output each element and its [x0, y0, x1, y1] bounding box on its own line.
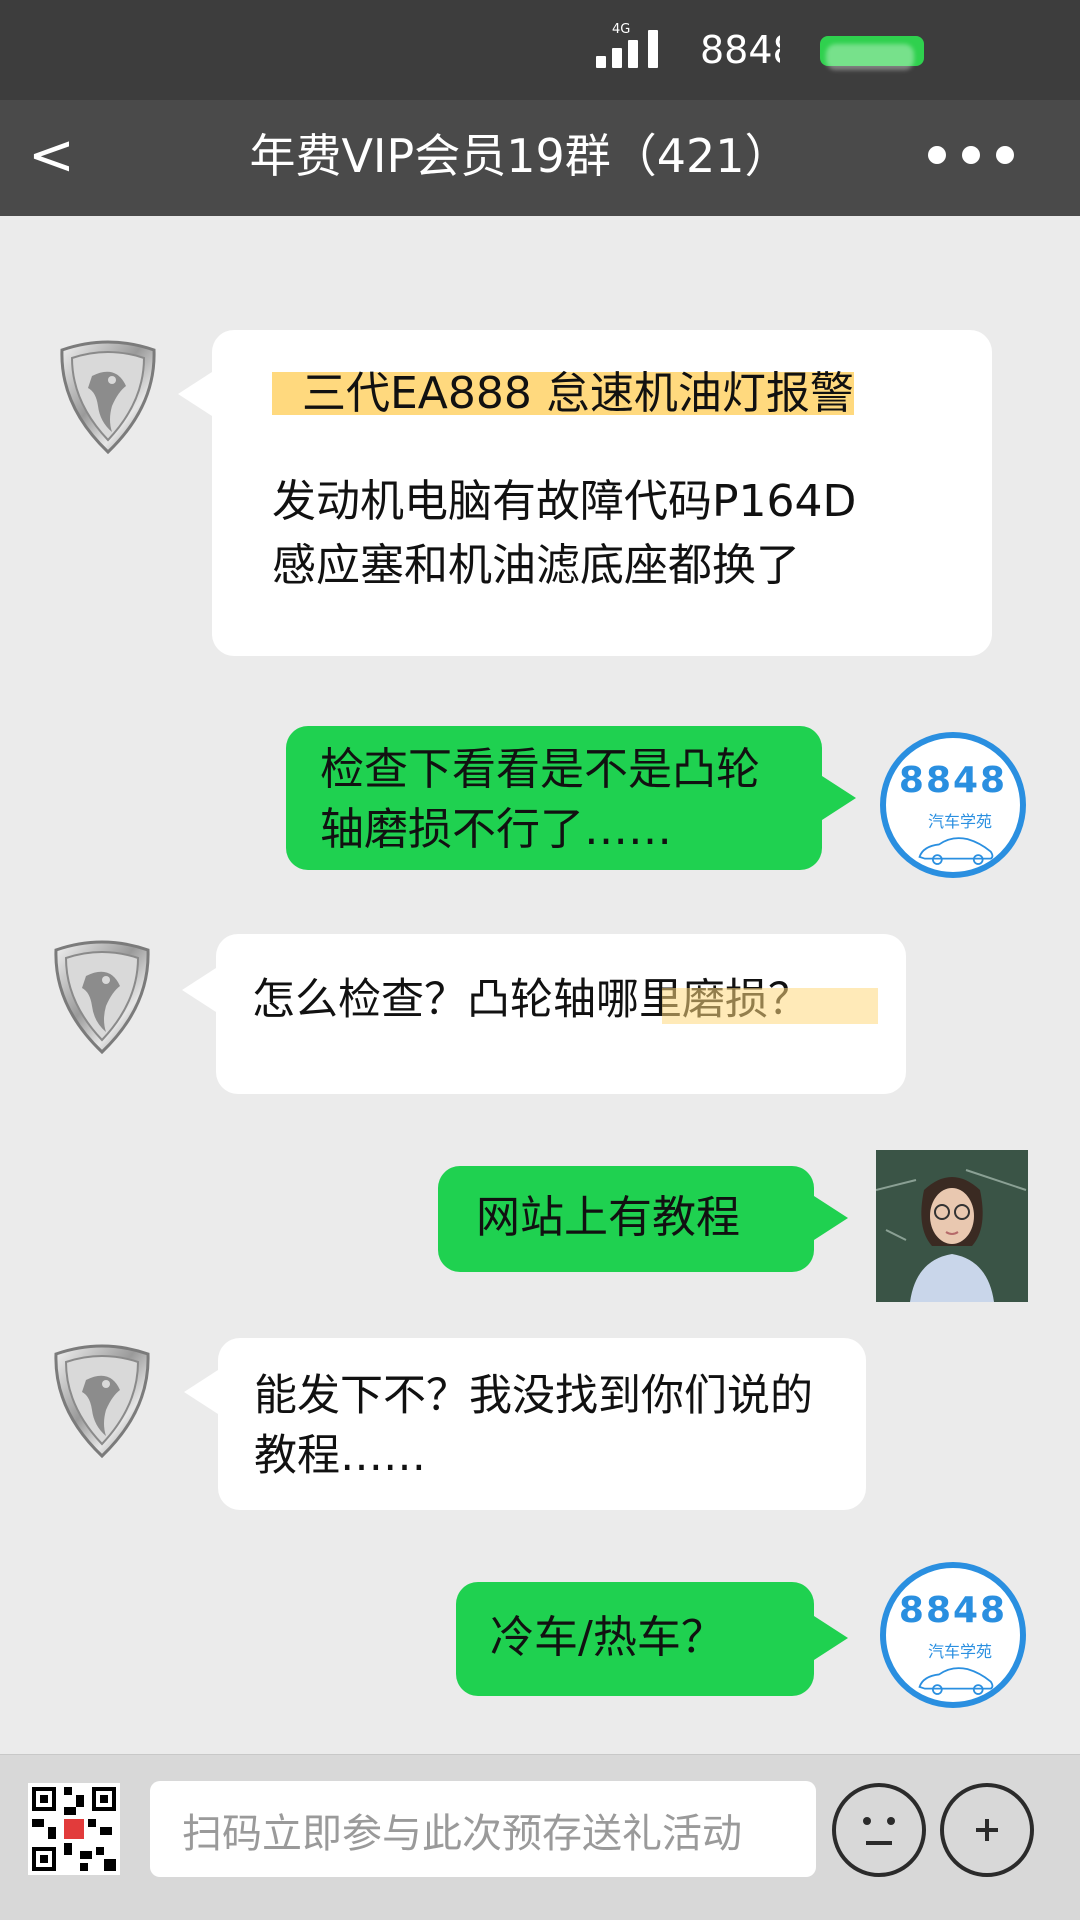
chat-bubble[interactable]: 怎么检查？凸轮轴哪里磨损？ — [216, 934, 906, 1094]
plus-circle-icon — [976, 1819, 998, 1841]
badge-number: 8848 — [898, 760, 1008, 801]
chat-bubble[interactable]: 网站上有教程 — [438, 1166, 814, 1272]
badge-subtitle: 汽车学苑 — [928, 812, 993, 831]
chat-bubble[interactable]: 检查下看看是不是凸轮 轴磨损不行了…… — [286, 726, 822, 870]
shield-avatar-icon[interactable] — [42, 936, 162, 1056]
back-button[interactable]: < — [28, 124, 84, 188]
teacher-avatar[interactable] — [876, 1150, 1028, 1302]
badge-avatar[interactable]: 8848 汽车学苑 — [880, 1562, 1026, 1708]
more-dots-icon — [928, 146, 946, 164]
more-button[interactable] — [920, 140, 1030, 170]
badge-avatar[interactable]: 8848 汽车学苑 — [880, 732, 1026, 878]
emoji-face-icon — [863, 1817, 895, 1845]
shield-avatar-icon[interactable] — [48, 336, 168, 456]
message-line: 轴磨损不行了…… — [320, 804, 672, 855]
badge-subtitle: 汽车学苑 — [928, 1642, 993, 1661]
plus-button[interactable] — [940, 1783, 1034, 1877]
chat-bubble[interactable]: 能发下不？我没找到你们说的 教程…… — [218, 1338, 866, 1510]
person-photo-icon — [876, 1150, 1028, 1302]
input-bar: 扫码立即参与此次预存送礼活动 — [0, 1754, 1080, 1920]
car-icon — [916, 830, 996, 866]
chat-bubble[interactable]: 冷车/热车？ — [456, 1582, 814, 1696]
message-line: 三代EA888 怠速机油灯报警 — [272, 368, 854, 419]
carrier-label: 8848 — [700, 28, 780, 72]
message-line: 网站上有教程 — [476, 1192, 740, 1243]
chat-bubble[interactable]: 三代EA888 怠速机油灯报警 发动机电脑有故障代码P164D 感应塞和机油滤底… — [212, 330, 992, 656]
signal-icon — [596, 30, 668, 68]
qr-code-icon[interactable] — [28, 1783, 120, 1875]
message-line: 冷车/热车？ — [490, 1612, 725, 1663]
shield-avatar-icon[interactable] — [42, 1340, 162, 1460]
page-title: 年费VIP会员19群（421） — [249, 129, 791, 183]
badge-number: 8848 — [898, 1590, 1008, 1631]
message-line: 发动机电脑有故障代码P164D — [272, 476, 857, 527]
emoji-button[interactable] — [832, 1783, 926, 1877]
chevron-left-icon: < — [28, 123, 75, 188]
car-icon — [916, 1660, 996, 1696]
message-line: 能发下不？我没找到你们说的 — [254, 1371, 813, 1421]
message-line: 教程…… — [254, 1431, 426, 1481]
message-input[interactable]: 扫码立即参与此次预存送礼活动 — [150, 1781, 816, 1877]
input-placeholder: 扫码立即参与此次预存送礼活动 — [182, 1811, 742, 1857]
message-line: 感应塞和机油滤底座都换了 — [272, 540, 800, 591]
title-bar: < 年费VIP会员19群（421） — [0, 100, 1080, 216]
message-line: 检查下看看是不是凸轮 — [320, 744, 760, 795]
status-bar: 4G 8848 — [0, 0, 1080, 100]
